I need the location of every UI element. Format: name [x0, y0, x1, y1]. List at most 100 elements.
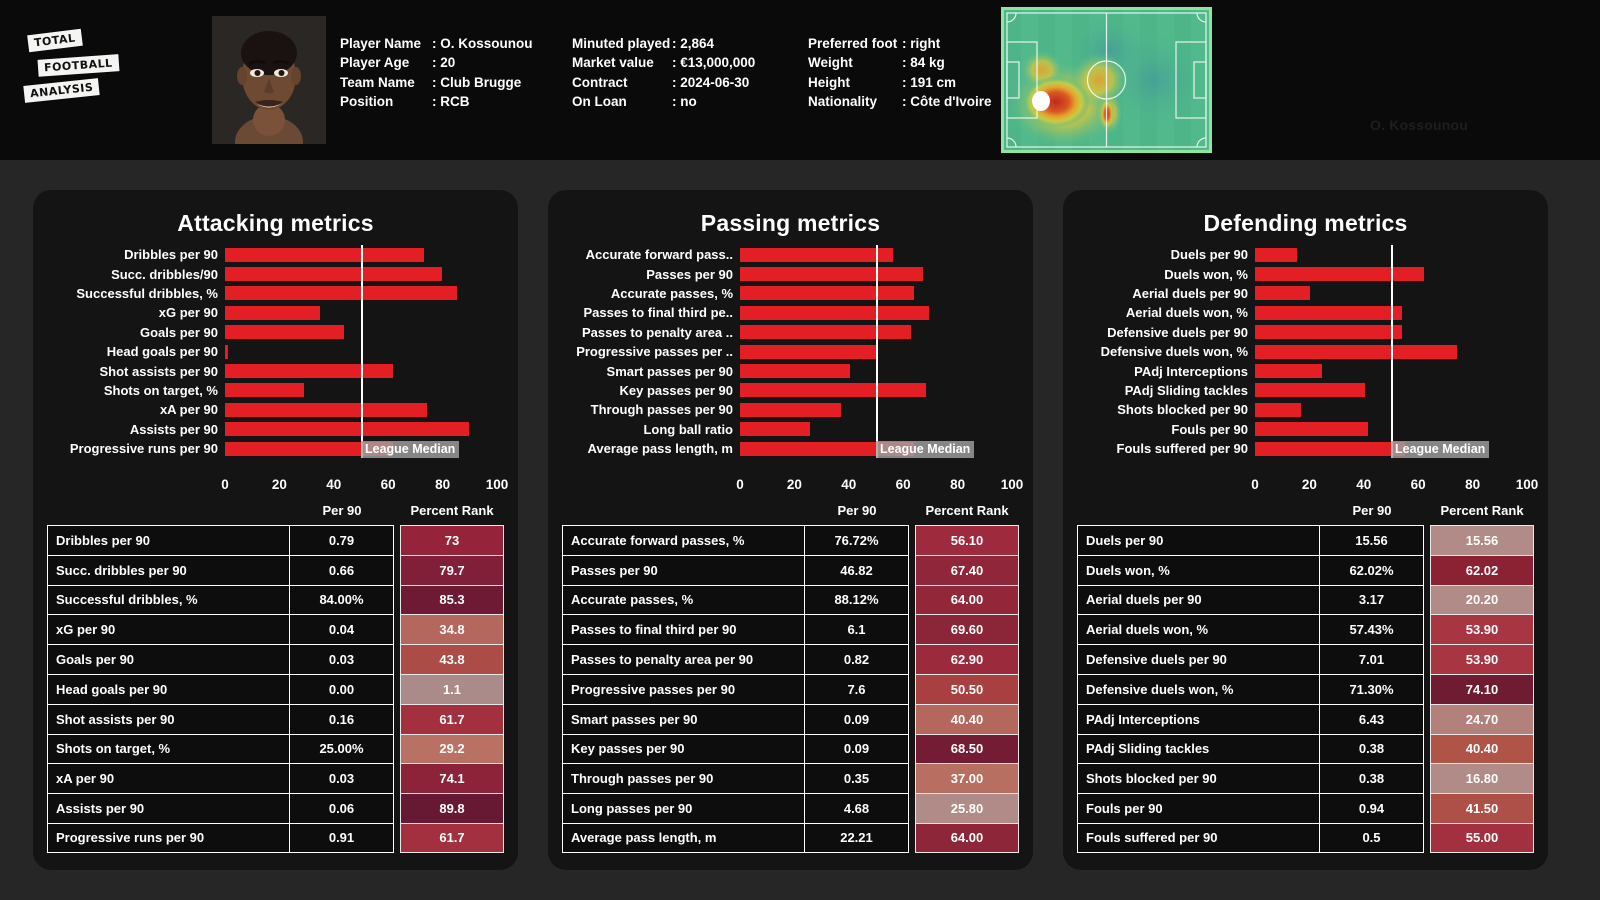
league-median-line — [876, 341, 878, 362]
defending-table-header: Per 90 Percent Rank — [1077, 497, 1534, 523]
table-row: Passes per 90 46.82 67.40 — [562, 554, 1019, 585]
bar-fill — [225, 344, 228, 359]
th-percent-rank: Percent Rank — [925, 502, 1009, 518]
bar-row: Assists per 90 — [47, 419, 504, 439]
axis-tick: 60 — [895, 477, 911, 492]
player-portrait-icon — [212, 16, 326, 144]
percent-rank-cell: 29.2 — [400, 733, 504, 764]
table-row: Smart passes per 90 0.09 40.40 — [562, 703, 1019, 734]
percent-rank-cell: 85.3 — [400, 584, 504, 615]
axis-tick: 100 — [1000, 477, 1024, 492]
league-median-line — [876, 283, 878, 304]
attacking-chart-axis: 0 20 40 60 80 100 — [221, 475, 508, 497]
bar-label: Duels per 90 — [1170, 247, 1248, 263]
percent-rank-cell: 20.20 — [1430, 584, 1534, 615]
per90-value-cell: 0.03 — [290, 644, 394, 674]
bar-label: Defensive duels per 90 — [1107, 324, 1248, 340]
bar-fill — [1255, 422, 1368, 437]
percent-rank-cell: 40.40 — [915, 703, 1019, 734]
bar-track — [740, 400, 1012, 420]
bar-label: Aerial duels per 90 — [1132, 285, 1248, 301]
bar-fill — [1255, 402, 1301, 417]
percent-rank-cell: 53.90 — [1430, 614, 1534, 645]
player-name-watermark: O. Kossounou — [1370, 117, 1469, 133]
bar-track — [1255, 400, 1527, 420]
league-median-line — [1391, 283, 1393, 304]
league-median-line — [361, 380, 363, 401]
info-row: Preferred foot : right — [808, 34, 991, 53]
league-median-label: League Median — [361, 440, 460, 458]
table-row: Goals per 90 0.03 43.8 — [47, 644, 504, 674]
bar-label: PAdj Interceptions — [1134, 363, 1248, 379]
league-median-line — [876, 419, 878, 439]
bar-row: Average pass length, m League Median — [562, 438, 1019, 459]
bar-label: Aerial duels won, % — [1125, 305, 1248, 321]
info-row: On Loan : no — [572, 92, 755, 111]
bar-row: Goals per 90 — [47, 322, 504, 342]
player-contract-info: Minuted played : 2,864 Market value : €1… — [572, 34, 755, 112]
bar-row: Duels won, % — [1077, 264, 1534, 284]
info-key: Position — [340, 94, 394, 110]
metric-name-cell: Duels per 90 — [1077, 525, 1320, 555]
bar-label: Progressive passes per .. — [576, 344, 733, 360]
bar-track — [740, 361, 1012, 381]
bar-label: Progressive runs per 90 — [69, 441, 218, 457]
bar-fill — [740, 363, 850, 378]
table-row: Assists per 90 0.06 89.8 — [47, 793, 504, 823]
metric-name-cell: Fouls suffered per 90 — [1077, 822, 1320, 853]
percent-rank-cell: 67.40 — [915, 554, 1019, 585]
bar-fill — [1255, 266, 1424, 281]
per90-value-cell: 15.56 — [1320, 525, 1424, 555]
metric-name-cell: Shot assists per 90 — [47, 703, 290, 734]
info-key: Player Age — [340, 55, 410, 71]
bar-label: Fouls suffered per 90 — [1116, 441, 1248, 457]
bar-row: Passes per 90 — [562, 264, 1019, 284]
table-row: Head goals per 90 0.00 1.1 — [47, 673, 504, 704]
league-median-line — [1391, 264, 1393, 284]
metric-name-cell: Head goals per 90 — [47, 673, 290, 704]
league-median-line — [361, 245, 363, 265]
bar-row: Fouls per 90 — [1077, 419, 1534, 439]
defending-table: Duels per 90 15.56 15.56 Duels won, % 62.02%… — [1077, 525, 1534, 853]
info-value: : 84 kg — [902, 55, 945, 71]
table-row: Passes to final third per 90 6.1 69.60 — [562, 614, 1019, 645]
axis-tick: 0 — [1251, 477, 1259, 492]
bar-track — [225, 303, 497, 323]
per90-value-cell: 0.03 — [290, 763, 394, 794]
league-median-line — [876, 322, 878, 342]
info-row: Team Name : Club Brugge — [340, 73, 533, 92]
passing-bar-chart: Accurate forward pass.. Passes per 90 Accu… — [562, 245, 1019, 475]
axis-tick: 40 — [841, 477, 857, 492]
bar-row: Shots blocked per 90 — [1077, 400, 1534, 420]
bar-row: Shots on target, % — [47, 380, 504, 401]
per90-value-cell: 22.21 — [805, 822, 909, 853]
metric-name-cell: Passes to penalty area per 90 — [562, 644, 805, 674]
info-value: : O. Kossounou — [432, 36, 533, 51]
percent-rank-cell: 62.02 — [1430, 554, 1534, 585]
table-row: Key passes per 90 0.09 68.50 — [562, 733, 1019, 764]
league-median-line — [876, 303, 878, 323]
bar-row: Aerial duels per 90 — [1077, 283, 1534, 304]
bar-fill — [225, 305, 320, 320]
bar-fill — [225, 286, 458, 301]
info-row: Position : RCB — [340, 92, 533, 111]
bar-track — [225, 322, 497, 342]
bar-label: xG per 90 — [158, 305, 218, 321]
per90-value-cell: 57.43% — [1320, 614, 1424, 645]
bar-row: Shot assists per 90 — [47, 361, 504, 381]
player-photo — [212, 16, 326, 144]
bar-fill — [1255, 344, 1457, 359]
league-median-line — [876, 400, 878, 420]
info-key: Team Name — [340, 74, 415, 90]
metric-name-cell: PAdj Interceptions — [1077, 703, 1320, 734]
percent-rank-cell: 53.90 — [1430, 644, 1534, 674]
bar-track — [225, 264, 497, 284]
league-median-label: League Median — [876, 440, 975, 458]
bar-label: Successful dribbles, % — [76, 285, 218, 301]
bar-track — [740, 303, 1012, 323]
bar-row: Defensive duels per 90 — [1077, 322, 1534, 342]
passing-table: Accurate forward passes, % 76.72% 56.10 Pas… — [562, 525, 1019, 853]
card-title: Passing metrics — [700, 210, 881, 236]
bar-track — [1255, 341, 1527, 362]
info-key: Preferred foot — [808, 36, 898, 51]
